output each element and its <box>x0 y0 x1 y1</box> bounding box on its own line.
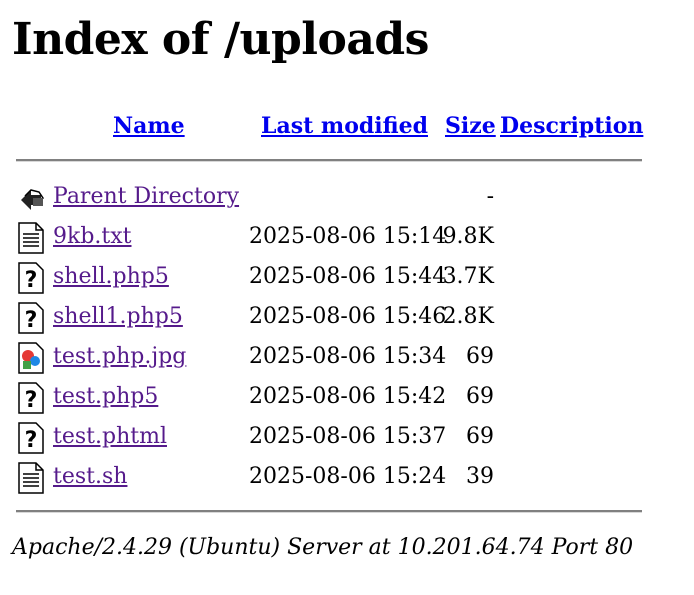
file-link[interactable]: 9kb.txt <box>53 222 132 252</box>
unknown-file-icon: ? <box>17 262 45 294</box>
table-row: ? shell1.php5 2025-08-06 15:46 2.8K <box>0 298 694 338</box>
header-divider <box>16 159 642 162</box>
file-link[interactable]: test.sh <box>53 462 127 492</box>
table-row: test.sh 2025-08-06 15:24 39 <box>0 458 694 498</box>
column-header-last-modified[interactable]: Last modified <box>261 111 428 141</box>
table-row: 9kb.txt 2025-08-06 15:14 9.8K <box>0 218 694 258</box>
file-link[interactable]: test.phtml <box>53 422 167 452</box>
file-link[interactable]: test.php5 <box>53 382 158 412</box>
file-date: 2025-08-06 15:24 <box>249 464 447 489</box>
file-size: 69 <box>466 344 494 369</box>
file-date: 2025-08-06 15:34 <box>249 344 447 369</box>
table-row: ? test.php5 2025-08-06 15:42 69 <box>0 378 694 418</box>
page-title: Index of /uploads <box>12 14 429 65</box>
unknown-file-icon: ? <box>17 422 45 454</box>
table-row: ? test.phtml 2025-08-06 15:37 69 <box>0 418 694 458</box>
svg-text:?: ? <box>25 388 38 413</box>
file-size: 3.7K <box>442 264 494 289</box>
svg-text:?: ? <box>25 428 38 453</box>
unknown-file-icon: ? <box>17 382 45 414</box>
server-signature: Apache/2.4.29 (Ubuntu) Server at 10.201.… <box>12 535 634 560</box>
column-header-size[interactable]: Size <box>445 111 496 141</box>
file-size: 69 <box>466 384 494 409</box>
table-row: test.php.jpg 2025-08-06 15:34 69 <box>0 338 694 378</box>
table-row: Parent Directory - <box>0 178 694 218</box>
file-size: 69 <box>466 424 494 449</box>
file-size: 39 <box>466 464 494 489</box>
file-link[interactable]: shell1.php5 <box>53 302 183 332</box>
file-size: 2.8K <box>442 304 494 329</box>
column-header-name[interactable]: Name <box>113 111 185 141</box>
file-link[interactable]: Parent Directory <box>53 182 239 212</box>
text-file-icon <box>17 462 45 494</box>
text-file-icon <box>17 222 45 254</box>
file-size: 9.8K <box>442 224 494 249</box>
unknown-file-icon: ? <box>17 302 45 334</box>
file-date: 2025-08-06 15:14 <box>249 224 447 249</box>
file-date: 2025-08-06 15:42 <box>249 384 447 409</box>
back-icon <box>17 182 45 214</box>
image-file-icon <box>17 342 45 374</box>
svg-text:?: ? <box>25 268 38 293</box>
column-header-description[interactable]: Description <box>500 111 643 141</box>
file-size: - <box>486 184 494 209</box>
footer-divider <box>16 510 642 513</box>
file-link[interactable]: test.php.jpg <box>53 342 186 372</box>
file-date: 2025-08-06 15:46 <box>249 304 447 329</box>
svg-text:?: ? <box>25 308 38 333</box>
file-link[interactable]: shell.php5 <box>53 262 169 292</box>
file-date: 2025-08-06 15:44 <box>249 264 447 289</box>
file-date: 2025-08-06 15:37 <box>249 424 447 449</box>
table-row: ? shell.php5 2025-08-06 15:44 3.7K <box>0 258 694 298</box>
